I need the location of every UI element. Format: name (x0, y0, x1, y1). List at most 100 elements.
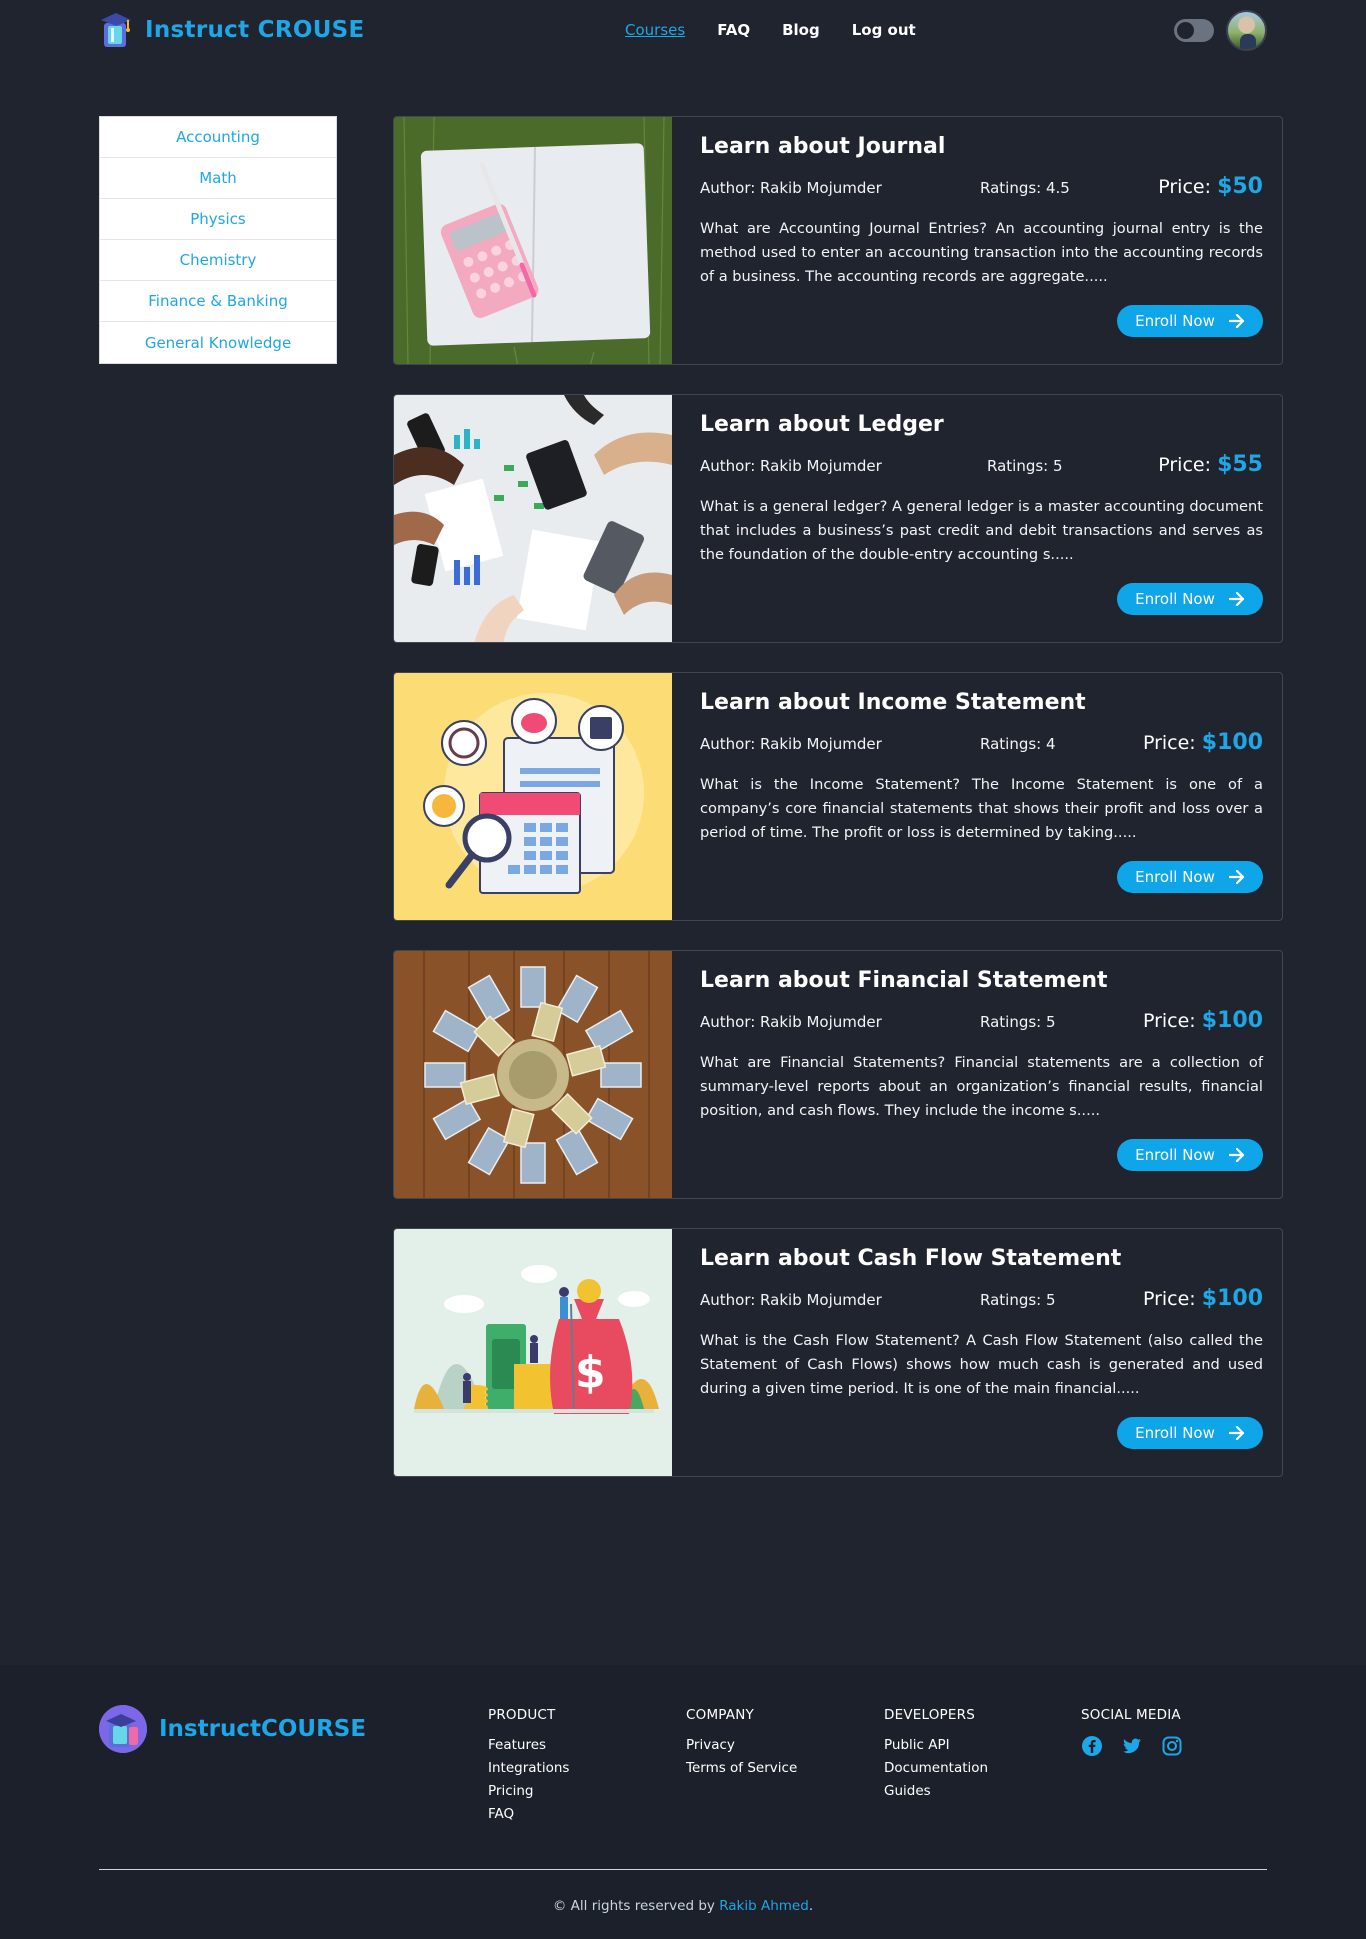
price-amount: $100 (1201, 730, 1263, 755)
course-author: Author: Rakib Mojumder (700, 457, 882, 475)
brand-name: Instruct CROUSE (145, 17, 365, 43)
enroll-now-button[interactable]: Enroll Now (1117, 1139, 1263, 1171)
nav-logout-link[interactable]: Log out (852, 21, 916, 39)
footer-developers-column: DEVELOPERS Public API Documentation Guid… (884, 1707, 988, 1806)
theme-toggle[interactable] (1174, 19, 1214, 42)
course-price: Price: $100 (1143, 1286, 1263, 1311)
course-card: $ Learn about Cash Flow Statement Author… (393, 1228, 1283, 1477)
category-chemistry[interactable]: Chemistry (100, 240, 336, 281)
course-rating: Ratings: 4 (980, 735, 1056, 753)
price-amount: $55 (1217, 452, 1263, 477)
footer-link-pricing[interactable]: Pricing (488, 1783, 569, 1799)
footer-divider (99, 1869, 1267, 1870)
price-label: Price: (1142, 1288, 1196, 1310)
brand[interactable]: Instruct CROUSE (99, 12, 365, 48)
course-description: What is the Cash Flow Statement? A Cash … (700, 1332, 1263, 1397)
course-title[interactable]: Learn about Journal (700, 134, 945, 159)
course-title[interactable]: Learn about Financial Statement (700, 968, 1108, 993)
price-label: Price: (1142, 732, 1196, 754)
course-body: Learn about Cash Flow Statement Author: … (700, 1229, 1263, 1476)
social-links (1081, 1735, 1183, 1757)
course-title[interactable]: Learn about Ledger (700, 412, 944, 437)
price-amount: $100 (1201, 1008, 1263, 1033)
twitter-icon[interactable] (1121, 1735, 1143, 1757)
footer-brand-name: InstructCOURSE (159, 1716, 367, 1742)
footer-company-column: COMPANY Privacy Terms of Service (686, 1707, 797, 1783)
author-link[interactable]: Rakib Ahmed (719, 1898, 809, 1914)
footer-heading: PRODUCT (488, 1707, 556, 1723)
arrow-right-icon (1228, 592, 1244, 606)
footer-link-features[interactable]: Features (488, 1737, 569, 1753)
enroll-now-button[interactable]: Enroll Now (1117, 583, 1263, 615)
enroll-now-button[interactable]: Enroll Now (1117, 1417, 1263, 1449)
course-author: Author: Rakib Mojumder (700, 179, 882, 197)
instagram-icon[interactable] (1161, 1735, 1183, 1757)
footer-heading: SOCIAL MEDIA (1081, 1707, 1181, 1723)
course-rating: Ratings: 5 (980, 1291, 1056, 1309)
user-avatar[interactable] (1226, 10, 1267, 51)
footer-link-faq[interactable]: FAQ (488, 1806, 569, 1822)
course-body: Learn about Financial Statement Author: … (700, 951, 1263, 1198)
enroll-now-button[interactable]: Enroll Now (1117, 861, 1263, 893)
enroll-label: Enroll Now (1135, 590, 1215, 608)
course-author: Author: Rakib Mojumder (700, 1013, 882, 1031)
enroll-now-button[interactable]: Enroll Now (1117, 305, 1263, 337)
course-rating: Ratings: 5 (987, 457, 1063, 475)
copyright-text: © All rights reserved by Rakib Ahmed. (0, 1898, 1366, 1914)
course-card: Learn about Income Statement Author: Rak… (393, 672, 1283, 921)
site-footer: InstructCOURSE PRODUCT Features Integrat… (0, 1665, 1366, 1939)
arrow-right-icon (1228, 1426, 1244, 1440)
course-title[interactable]: Learn about Cash Flow Statement (700, 1246, 1121, 1271)
nav-courses-link[interactable]: Courses (625, 21, 685, 39)
arrow-right-icon (1228, 870, 1244, 884)
graduation-book-icon (101, 13, 131, 47)
course-image-income-statement (394, 673, 672, 920)
course-description: What are Financial Statements? Financial… (700, 1054, 1263, 1119)
footer-heading: COMPANY (686, 1707, 754, 1723)
top-navbar: Instruct CROUSE Courses FAQ Blog Log out (0, 0, 1366, 62)
arrow-right-icon (1228, 1148, 1244, 1162)
course-body: Learn about Ledger Author: Rakib Mojumde… (700, 395, 1263, 642)
enroll-label: Enroll Now (1135, 1424, 1215, 1442)
course-body: Learn about Journal Author: Rakib Mojumd… (700, 117, 1263, 364)
footer-product-column: PRODUCT Features Integrations Pricing FA… (488, 1707, 569, 1829)
price-label: Price: (1142, 1010, 1196, 1032)
price-label: Price: (1158, 176, 1212, 198)
avatar-figure (1240, 34, 1256, 49)
footer-link-documentation[interactable]: Documentation (884, 1760, 988, 1776)
course-card: Learn about Ledger Author: Rakib Mojumde… (393, 394, 1283, 643)
course-price: Price: $55 (1158, 452, 1263, 477)
course-title[interactable]: Learn about Income Statement (700, 690, 1086, 715)
category-general-knowledge[interactable]: General Knowledge (100, 322, 336, 363)
svg-text:$: $ (575, 1347, 606, 1398)
arrow-right-icon (1228, 314, 1244, 328)
price-amount: $100 (1201, 1286, 1263, 1311)
enroll-label: Enroll Now (1135, 868, 1215, 886)
course-author: Author: Rakib Mojumder (700, 1291, 882, 1309)
footer-link-terms[interactable]: Terms of Service (686, 1760, 797, 1776)
category-math[interactable]: Math (100, 158, 336, 199)
price-amount: $50 (1217, 174, 1263, 199)
price-label: Price: (1158, 454, 1212, 476)
course-description: What are Accounting Journal Entries? An … (700, 220, 1263, 285)
copyright-suffix: . (808, 1898, 814, 1914)
footer-brand[interactable]: InstructCOURSE (99, 1705, 366, 1753)
footer-social-column: SOCIAL MEDIA (1081, 1707, 1183, 1757)
course-description: What is a general ledger? A general ledg… (700, 498, 1263, 563)
category-physics[interactable]: Physics (100, 199, 336, 240)
footer-link-integrations[interactable]: Integrations (488, 1760, 569, 1776)
category-accounting[interactable]: Accounting (100, 117, 336, 158)
footer-link-public-api[interactable]: Public API (884, 1737, 988, 1753)
footer-link-guides[interactable]: Guides (884, 1783, 988, 1799)
course-body: Learn about Income Statement Author: Rak… (700, 673, 1263, 920)
facebook-icon[interactable] (1081, 1735, 1103, 1757)
course-card: Learn about Journal Author: Rakib Mojumd… (393, 116, 1283, 365)
category-finance-banking[interactable]: Finance & Banking (100, 281, 336, 322)
course-description: What is the Income Statement? The Income… (700, 776, 1263, 841)
main-nav: Courses FAQ Blog Log out (625, 21, 916, 39)
footer-link-privacy[interactable]: Privacy (686, 1737, 797, 1753)
course-image-ledger (394, 395, 672, 642)
course-image-journal (394, 117, 672, 364)
nav-blog-link[interactable]: Blog (782, 21, 820, 39)
nav-faq-link[interactable]: FAQ (717, 21, 750, 39)
